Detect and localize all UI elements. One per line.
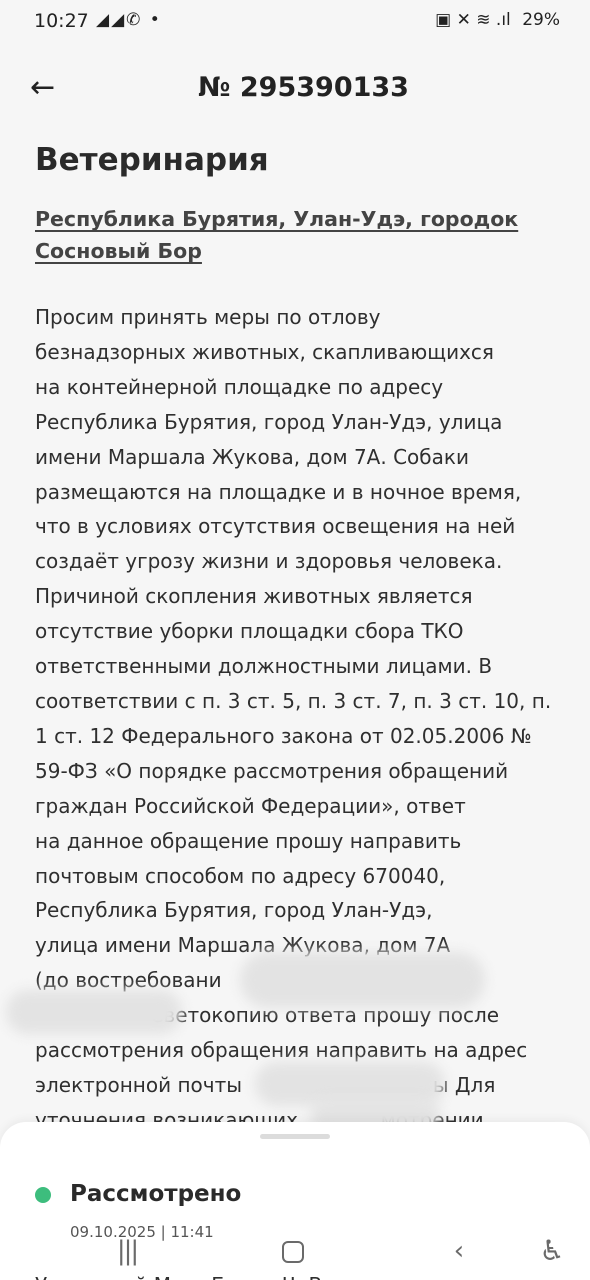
appeal-text-line: соответствии с п. 3 ст. 5, п. 3 ст. 7, п… [35,688,552,713]
appeal-text-line: Просим принять меры по отлову [35,305,381,329]
appeal-text-line: Республика Бурятия, город Улан-Удэ, [35,898,433,923]
appeal-text-line: почтовым способом по адресу 670040, [35,863,446,888]
system-icons: ▣ ✕ ≋ .ıl 29% [435,10,560,30]
appeal-text-line: на данное обращение прошу направить [35,828,462,853]
appeal-text-line: создаёт угрозу жизни и здоровья человека… [35,549,503,574]
appeal-text-line: размещаются на площадке и в ночное время… [35,479,522,504]
appeal-text-line: безнадзорных животных, скапливающихся [35,339,494,364]
appeal-text-line: что в условиях отсутствия освещения на н… [35,514,516,539]
header: ← № 295390133 [0,62,590,122]
appeal-text-line: 1 ст. 12 Федерального закона от 02.05.20… [35,723,532,748]
back-arrow-icon[interactable]: ← [30,68,70,108]
status-bar: 10:27 ◢◢✆ • ▣ ✕ ≋ .ıl 29% [0,0,590,44]
appeal-text-line: Республика Бурятия, город Улан-Удэ, улиц… [35,409,503,434]
appeal-text-line: 59-ФЗ «О порядке рассмотрения обращений [35,758,509,783]
sheet-handle[interactable] [260,1134,330,1139]
home-icon[interactable] [271,1231,315,1271]
back-nav-icon[interactable]: ‹ [437,1231,481,1271]
request-number: № 295390133 [198,72,409,103]
appeal-text-line: Причиной скопления животных является [35,584,473,609]
system-nav-bar: ||| ‹ ♿ [0,1225,590,1280]
address-link[interactable]: Республика Бурятия, Улан-Удэ, городок Со… [35,203,535,267]
redacted-area [6,990,182,1034]
redacted-area [240,952,485,1008]
appeal-text-line: ответственными должностными лицами. В [35,654,493,679]
signal-wifi-icons: ▣ ✕ ≋ .ıl [435,10,511,30]
appeal-text-line: имени Маршала Жукова, дом 7А. Собаки [35,444,469,469]
recents-icon[interactable]: ||| [105,1231,149,1271]
battery-level: 29% [522,10,560,30]
accessibility-icon[interactable]: ♿ [530,1231,574,1271]
notification-icons: ◢◢✆ • [96,10,162,30]
status-label: Рассмотрено [70,1181,242,1207]
appeal-text-line: отсутствие уборки площадки сбора ТКО [35,619,464,644]
appeal-text-line: на контейнерной площадке по адресу [35,374,444,399]
category-title: Ветеринария [35,142,269,178]
status-dot-icon [35,1187,51,1203]
status-time: 10:27 [34,10,89,32]
appeal-text-line: граждан Российской Федерации», ответ [35,793,466,818]
